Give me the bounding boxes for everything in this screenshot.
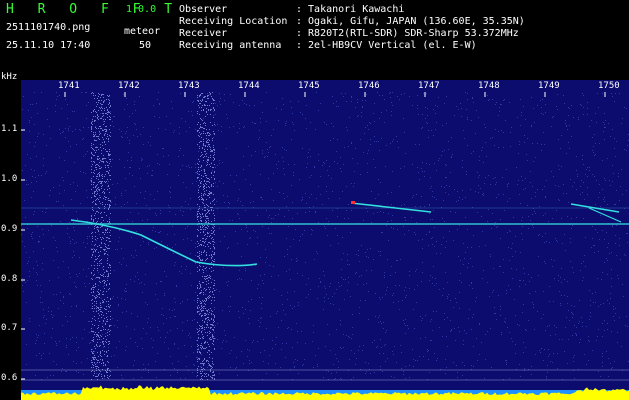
app-version: 1.0.0 bbox=[126, 4, 157, 15]
info-key: Receiving Location bbox=[179, 16, 288, 27]
info-value: : R820T2(RTL-SDR) SDR-Sharp 53.372MHz bbox=[296, 28, 519, 39]
x-tick-label: 1743 bbox=[178, 81, 200, 91]
x-tick-label: 1749 bbox=[538, 81, 560, 91]
x-tick-label: 1746 bbox=[358, 81, 380, 91]
info-row-antenna: Receiving antenna : 2el-HB9CV Vertical (e… bbox=[179, 40, 477, 51]
info-row-location: Receiving Location : Ogaki, Gifu, JAPAN (… bbox=[179, 16, 525, 27]
y-tick-label: 0.8 bbox=[1, 274, 18, 284]
spectrogram-canvas bbox=[21, 80, 629, 400]
x-tick-label: 1741 bbox=[58, 81, 80, 91]
x-tick-label: 1742 bbox=[118, 81, 140, 91]
y-unit-label: kHz bbox=[1, 72, 18, 82]
info-value: : Ogaki, Gifu, JAPAN (136.60E, 35.35N) bbox=[296, 16, 525, 27]
info-value: : Takanori Kawachi bbox=[296, 4, 405, 15]
y-tick-label: 1.1 bbox=[1, 124, 18, 134]
meteor-label: meteor bbox=[124, 26, 161, 37]
info-row-observer: Observer : Takanori Kawachi bbox=[179, 4, 404, 15]
info-key: Receiving antenna bbox=[179, 40, 282, 51]
y-tick-label: 0.9 bbox=[1, 224, 18, 234]
filename: 2511101740.png bbox=[6, 22, 91, 33]
x-tick-label: 1744 bbox=[238, 81, 260, 91]
y-tick-label: 0.6 bbox=[1, 373, 18, 383]
meteor-count: 50 bbox=[139, 40, 152, 51]
x-tick-label: 1747 bbox=[418, 81, 440, 91]
x-tick-label: 1750 bbox=[598, 81, 620, 91]
y-tick-label: 1.0 bbox=[1, 174, 18, 184]
x-tick-label: 1745 bbox=[298, 81, 320, 91]
info-key: Observer bbox=[179, 4, 228, 15]
info-key: Receiver bbox=[179, 28, 228, 39]
info-value: : 2el-HB9CV Vertical (el. E-W) bbox=[296, 40, 477, 51]
y-tick-label: 0.7 bbox=[1, 323, 18, 333]
header: H R O F F T 1.0.0 2511101740.png 25.11.1… bbox=[0, 0, 629, 80]
spectrogram: 1741 1742 1743 1744 1745 1746 1747 1748 … bbox=[21, 80, 629, 400]
datetime: 25.11.10 17:40 bbox=[6, 40, 91, 51]
info-row-receiver: Receiver : R820T2(RTL-SDR) SDR-Sharp 53.3… bbox=[179, 28, 519, 39]
meteor-head bbox=[351, 201, 355, 204]
x-tick-label: 1748 bbox=[478, 81, 500, 91]
spectrogram-background bbox=[21, 80, 629, 400]
